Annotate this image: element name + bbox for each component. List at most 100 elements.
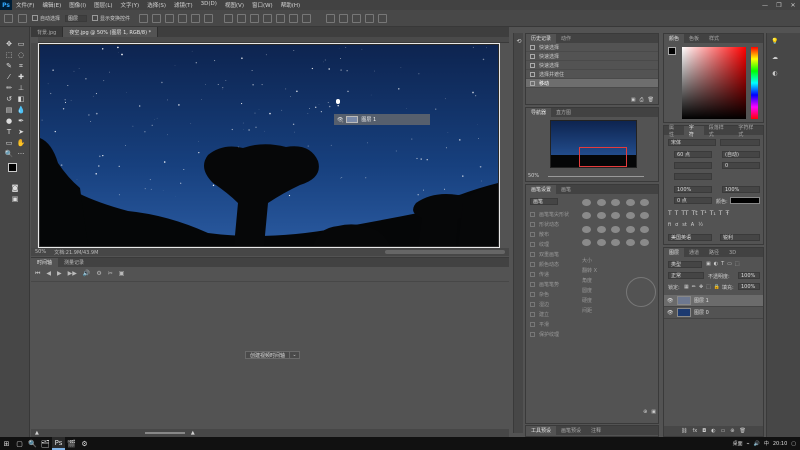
brush-option-row[interactable]: 画笔笔势 bbox=[526, 279, 578, 289]
brush-tip[interactable] bbox=[596, 212, 606, 220]
distribute-right-icon[interactable] bbox=[289, 13, 299, 23]
search-icon[interactable]: 🔍 bbox=[26, 437, 39, 450]
menu-item-2[interactable]: 图像(I) bbox=[65, 1, 90, 9]
brush-tip[interactable] bbox=[640, 225, 650, 233]
brush-option-row[interactable]: 散布 bbox=[526, 229, 578, 239]
eye-icon[interactable]: 👁 bbox=[667, 310, 674, 316]
navigator-view-box[interactable] bbox=[579, 147, 627, 167]
faux-italic-icon[interactable]: T bbox=[675, 210, 679, 217]
type-tool-icon[interactable]: T bbox=[4, 127, 14, 137]
clone-stamp-tool-icon[interactable]: ⊥ bbox=[16, 83, 26, 93]
menu-item-6[interactable]: 滤镜(T) bbox=[170, 1, 197, 9]
kerning-field[interactable] bbox=[674, 162, 712, 169]
opacity-field[interactable]: 100% bbox=[738, 272, 760, 279]
strikethrough-icon[interactable]: Ŧ bbox=[725, 210, 729, 217]
start-icon[interactable]: ⊞ bbox=[0, 437, 13, 450]
brush-option-row[interactable]: 形状动态 bbox=[526, 219, 578, 229]
menu-item-3[interactable]: 图层(L) bbox=[90, 1, 116, 9]
trash-icon[interactable]: 🗑 bbox=[648, 97, 654, 103]
timeline-control-6-icon[interactable]: ✂ bbox=[108, 270, 113, 278]
checkbox-icon[interactable] bbox=[530, 241, 535, 247]
eyedropper-tool-icon[interactable]: ⁄ bbox=[4, 72, 14, 82]
align-hcenter-icon[interactable] bbox=[191, 13, 201, 23]
checkbox-icon[interactable] bbox=[530, 221, 535, 227]
superscript-icon[interactable]: T¹ bbox=[701, 210, 707, 217]
navigator-zoom-slider[interactable] bbox=[548, 176, 644, 177]
align-bottom-icon[interactable] bbox=[165, 13, 175, 23]
adjustments-icon[interactable]: ◐ bbox=[771, 69, 779, 77]
tab-character[interactable]: 字符 bbox=[683, 125, 704, 138]
menu-item-9[interactable]: 窗口(W) bbox=[248, 1, 277, 9]
timeline-control-5-icon[interactable]: ⚙ bbox=[96, 270, 101, 278]
more-tools-icon[interactable]: ··· bbox=[16, 149, 26, 159]
network-icon[interactable]: ⌁ bbox=[747, 441, 750, 447]
brush-tip[interactable] bbox=[582, 199, 591, 206]
brush-tip[interactable] bbox=[625, 199, 635, 206]
brush-tip[interactable] bbox=[582, 238, 591, 246]
close-button[interactable]: ✕ bbox=[786, 2, 800, 9]
tab-character-styles[interactable]: 字符样式 bbox=[733, 125, 763, 138]
brush-field-row[interactable]: 翻转 X bbox=[582, 265, 654, 275]
horizontal-scale-field[interactable]: 100% bbox=[722, 186, 760, 193]
tab-swatches[interactable]: 色板 bbox=[684, 34, 704, 43]
brush-tip[interactable] bbox=[611, 225, 621, 233]
color-picker-field[interactable] bbox=[682, 47, 746, 119]
minimize-button[interactable]: — bbox=[758, 2, 772, 9]
shape-tool-icon[interactable]: ▭ bbox=[4, 138, 14, 148]
font-size-field[interactable]: 60 点 bbox=[674, 151, 712, 158]
auto-select-checkbox[interactable]: 自动选择 bbox=[32, 15, 60, 22]
history-item[interactable]: 选择并遮住 bbox=[526, 70, 658, 79]
zoom-out-icon[interactable]: ▲ bbox=[35, 430, 39, 436]
blend-mode-select[interactable]: 正常 bbox=[668, 272, 704, 279]
vertical-scale-field[interactable]: 100% bbox=[674, 186, 712, 193]
brush-new-icon[interactable]: ⊕ bbox=[643, 409, 647, 419]
pen-tool-icon[interactable]: ✒ bbox=[16, 116, 26, 126]
timeline-control-3-icon[interactable]: ▶▶ bbox=[68, 270, 77, 278]
move-tool-icon[interactable]: ✥ bbox=[4, 39, 14, 49]
tool-preset-icon[interactable] bbox=[18, 13, 27, 23]
brush-tip[interactable] bbox=[625, 238, 635, 246]
settings-icon[interactable]: ⚙ bbox=[78, 437, 91, 450]
task-view-icon[interactable]: ▢ bbox=[13, 437, 26, 450]
tracking-field[interactable]: 0 bbox=[722, 162, 760, 169]
menu-item-1[interactable]: 编辑(E) bbox=[38, 1, 65, 9]
tab-layers[interactable]: 图层 bbox=[664, 248, 685, 257]
tab-actions[interactable]: 动作 bbox=[556, 34, 576, 43]
tab-channels[interactable]: 通道 bbox=[684, 248, 704, 257]
brush-menu-icon[interactable]: ▣ bbox=[651, 409, 656, 419]
fill-field[interactable]: 100% bbox=[738, 283, 760, 290]
tab-notes[interactable]: 注释 bbox=[586, 426, 606, 435]
notification-icon[interactable]: ▢ bbox=[791, 441, 796, 447]
tab-paragraph-styles[interactable]: 段落样式 bbox=[704, 125, 734, 138]
auto-align-icon[interactable] bbox=[302, 13, 312, 23]
3d-roll-icon[interactable] bbox=[339, 13, 349, 23]
checkbox-icon[interactable] bbox=[530, 311, 535, 317]
brush-tool-icon[interactable]: ✏ bbox=[4, 83, 14, 93]
ime-indicator[interactable]: 中 bbox=[764, 440, 769, 447]
snapshot-icon[interactable]: ▣ bbox=[631, 97, 636, 103]
all-caps-icon[interactable]: TT bbox=[681, 210, 688, 217]
horizontal-scrollbar[interactable] bbox=[385, 250, 505, 254]
marquee-tool-icon[interactable]: ⬚ bbox=[4, 50, 14, 60]
3d-rotate-icon[interactable] bbox=[326, 13, 336, 23]
delete-layer-icon[interactable]: 🗑 bbox=[740, 428, 746, 434]
quick-mask-icon[interactable]: ◙ bbox=[10, 183, 20, 193]
text-color-swatch[interactable] bbox=[730, 197, 760, 204]
checkbox-icon[interactable] bbox=[530, 291, 535, 297]
faux-bold-icon[interactable]: T bbox=[668, 210, 672, 217]
checkbox-icon[interactable] bbox=[530, 301, 535, 307]
checkbox-icon[interactable] bbox=[530, 271, 535, 277]
timeline-zoom-slider[interactable] bbox=[144, 432, 185, 434]
desktop-label[interactable]: 桌面 bbox=[733, 440, 743, 447]
brush-option-row[interactable]: 杂色 bbox=[526, 289, 578, 299]
move-tool-icon[interactable] bbox=[4, 13, 13, 23]
lasso-tool-icon[interactable]: ◌ bbox=[16, 50, 26, 60]
brush-option-row[interactable]: 平滑 bbox=[526, 319, 578, 329]
hand-tool-icon[interactable]: ✋ bbox=[16, 138, 26, 148]
tab-color[interactable]: 颜色 bbox=[664, 34, 685, 43]
eraser-tool-icon[interactable]: ◧ bbox=[16, 94, 26, 104]
zoom-level[interactable]: 50% bbox=[35, 249, 46, 255]
crop-tool-icon[interactable]: ⌗ bbox=[16, 61, 26, 71]
menu-item-7[interactable]: 3D(D) bbox=[197, 1, 221, 9]
filter-type-icon[interactable]: T bbox=[721, 261, 724, 267]
